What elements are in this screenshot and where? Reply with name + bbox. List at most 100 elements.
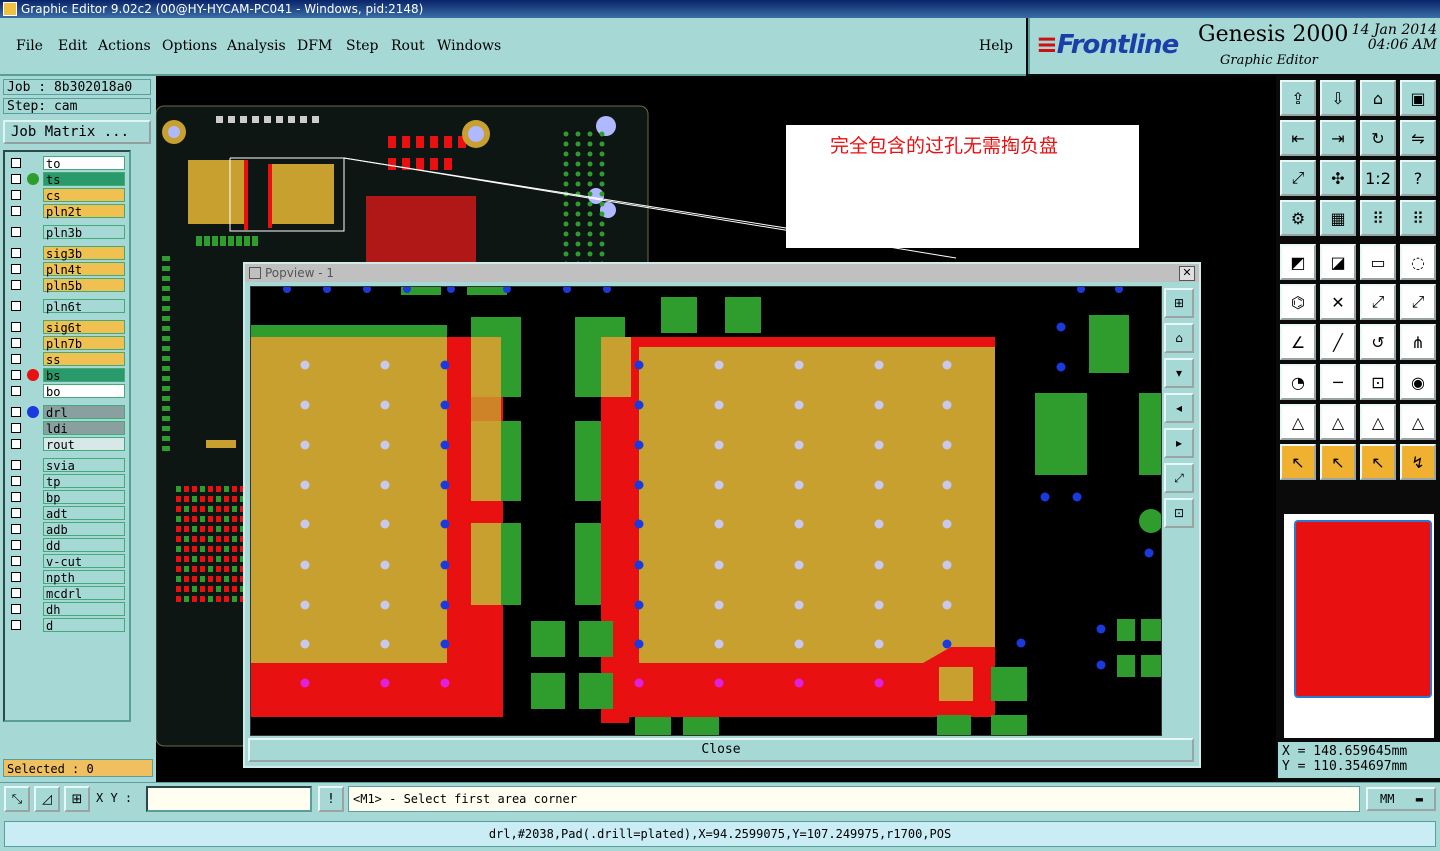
connect-icon[interactable]: ⌬ — [1280, 284, 1316, 320]
layer-name[interactable]: cs — [43, 188, 125, 203]
layer-row-svia[interactable]: svia — [9, 458, 127, 473]
layer-row-pln4t[interactable]: pln4t — [9, 262, 127, 277]
layer-row-tp[interactable]: tp — [9, 474, 127, 489]
layer-row-v-cut[interactable]: v-cut — [9, 554, 127, 569]
job-matrix-button[interactable]: Job Matrix ... — [3, 120, 151, 144]
layer-name[interactable]: tp — [43, 474, 125, 489]
layer-name[interactable]: ldi — [43, 421, 125, 436]
layer-row-mcdrl[interactable]: mcdrl — [9, 586, 127, 601]
layer-row-sig6t[interactable]: sig6t — [9, 320, 127, 335]
zoom-down-icon[interactable]: ⇩ — [1320, 80, 1356, 116]
layer-name[interactable]: ss — [43, 352, 125, 367]
layer-checkbox[interactable] — [11, 556, 21, 566]
zoom-home-icon[interactable]: ⌂ — [1164, 323, 1194, 353]
layer-checkbox[interactable] — [11, 158, 21, 168]
layer-name[interactable]: d — [43, 618, 125, 633]
layer-name[interactable]: svia — [43, 458, 125, 473]
layer-checkbox[interactable] — [11, 540, 21, 550]
layer-name[interactable]: bs — [43, 368, 125, 383]
zoom-home-icon[interactable]: ⇪ — [1280, 80, 1316, 116]
layer-name[interactable]: bp — [43, 490, 125, 505]
layer-checkbox[interactable] — [11, 227, 21, 237]
layer-checkbox[interactable] — [11, 322, 21, 332]
zoom-in-icon[interactable]: ⊞ — [1164, 288, 1194, 318]
layer-checkbox[interactable] — [11, 370, 21, 380]
layer-row-bs[interactable]: bs — [9, 368, 127, 383]
layer-name[interactable]: pln7b — [43, 336, 125, 351]
triangle-b-icon[interactable]: △ — [1360, 404, 1396, 440]
layer-row-adb[interactable]: adb — [9, 522, 127, 537]
layer-checkbox[interactable] — [11, 439, 21, 449]
snap-icon[interactable]: ◩ — [1280, 244, 1316, 280]
fit-icon[interactable]: ⤢ — [1280, 160, 1316, 196]
triangle-icon[interactable]: △ — [1280, 404, 1316, 440]
layer-name[interactable]: npth — [43, 570, 125, 585]
layer-checkbox[interactable] — [11, 301, 21, 311]
menu-file[interactable]: File — [16, 38, 43, 54]
layer-checkbox[interactable] — [11, 190, 21, 200]
layer-name[interactable]: pln2t — [43, 204, 125, 219]
menu-actions[interactable]: Actions — [98, 38, 151, 54]
layer-checkbox[interactable] — [11, 460, 21, 470]
layer-name[interactable]: dh — [43, 602, 125, 617]
pointer-icon[interactable]: ↖ — [1280, 444, 1316, 480]
layer-checkbox[interactable] — [11, 248, 21, 258]
layer-name[interactable]: ts — [43, 172, 125, 187]
layer-checkbox[interactable] — [11, 407, 21, 417]
layer-name[interactable]: pln6t — [43, 299, 125, 314]
layer-name[interactable]: adb — [43, 522, 125, 537]
flip-icon[interactable]: ⇋ — [1400, 120, 1436, 156]
xy-input[interactable] — [146, 786, 312, 812]
layer-row-bp[interactable]: bp — [9, 490, 127, 505]
move-icon[interactable]: ◔ — [1280, 364, 1316, 400]
grid-snap-icon[interactable]: ⊞ — [64, 786, 90, 812]
cross-icon[interactable]: ✕ — [1320, 284, 1356, 320]
layer-name[interactable]: drl — [43, 405, 125, 420]
zoom-fit-icon[interactable]: ⤢ — [1164, 463, 1194, 493]
layer-name[interactable]: to — [43, 156, 125, 171]
pointer-box-icon[interactable]: ↖ — [1320, 444, 1356, 480]
zoom-out-icon[interactable]: ⊡ — [1164, 498, 1194, 528]
layer-checkbox[interactable] — [11, 588, 21, 598]
layer-row-ss[interactable]: ss — [9, 352, 127, 367]
layer-name[interactable]: dd — [43, 538, 125, 553]
pan-right-icon[interactable]: ⇥ — [1320, 120, 1356, 156]
layer-row-ts[interactable]: ts — [9, 172, 127, 187]
layer-row-adt[interactable]: adt — [9, 506, 127, 521]
mini-view[interactable] — [1284, 514, 1434, 738]
layer-checkbox[interactable] — [11, 264, 21, 274]
layer-view-icon[interactable]: ⠿ — [1360, 200, 1396, 236]
layer-row-to[interactable]: to — [9, 156, 127, 171]
pan-left-icon[interactable]: ◂ — [1164, 393, 1194, 423]
menu-options[interactable]: Options — [162, 38, 217, 54]
split-icon[interactable]: ⋔ — [1400, 324, 1436, 360]
menu-windows[interactable]: Windows — [437, 38, 501, 54]
layer-row-pln3b[interactable]: pln3b — [9, 225, 127, 240]
home-icon[interactable]: ⌂ — [1360, 80, 1396, 116]
layer-checkbox[interactable] — [11, 572, 21, 582]
alert-icon[interactable]: ! — [318, 786, 344, 812]
menu-step[interactable]: Step — [346, 38, 378, 54]
layer-checkbox[interactable] — [11, 386, 21, 396]
layer-name[interactable]: adt — [43, 506, 125, 521]
triangle-c-icon[interactable]: △ — [1400, 404, 1436, 440]
units-select[interactable]: MM ▬ — [1366, 787, 1436, 811]
pad-icon[interactable]: ◌ — [1400, 244, 1436, 280]
rotate-icon[interactable]: ↻ — [1360, 120, 1396, 156]
layer-name[interactable]: v-cut — [43, 554, 125, 569]
zoom-area-icon[interactable]: ⤡ — [4, 786, 30, 812]
layer-checkbox[interactable] — [11, 354, 21, 364]
help-icon[interactable]: ? — [1400, 160, 1436, 196]
menu-edit[interactable]: Edit — [58, 38, 87, 54]
layer-checkbox[interactable] — [11, 280, 21, 290]
layer-checkbox[interactable] — [11, 423, 21, 433]
menu-help[interactable]: Help — [979, 38, 1013, 54]
scale-icon[interactable]: 1:2 — [1360, 160, 1396, 196]
layer-compare-icon[interactable]: ⠿ — [1400, 200, 1436, 236]
layer-name[interactable]: pln5b — [43, 278, 125, 293]
group-icon[interactable]: ◉ — [1400, 364, 1436, 400]
cut-icon[interactable]: ─ — [1320, 364, 1356, 400]
layer-checkbox[interactable] — [11, 206, 21, 216]
layer-name[interactable]: sig3b — [43, 246, 125, 261]
popview-close-button[interactable]: Close — [248, 738, 1194, 762]
